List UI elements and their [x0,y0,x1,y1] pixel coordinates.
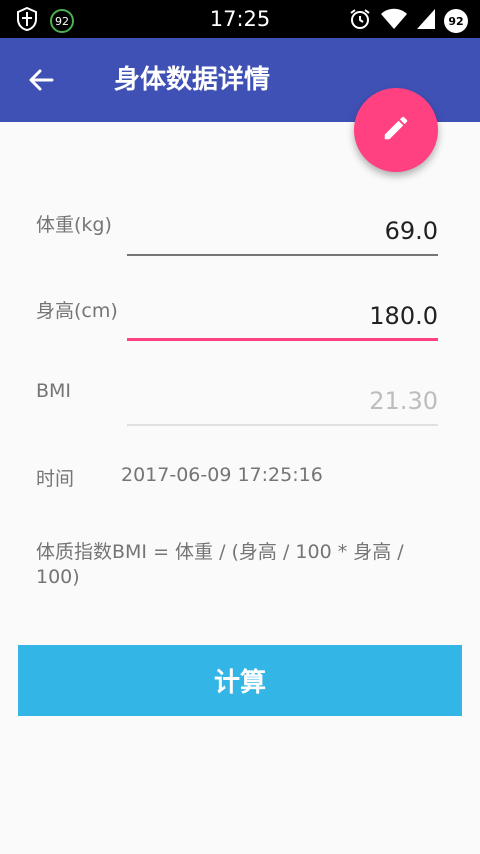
weight-label: 体重(kg) [36,214,112,236]
edit-pencil-icon [381,113,411,147]
bmi-label: BMI [36,380,72,402]
status-right: 92 [348,7,468,35]
time-value: 2017-06-09 17:25:16 [121,464,323,486]
bmi-formula: 体质指数BMI = 体重 / (身高 / 100 * 身高 / 100) [36,541,404,588]
back-button[interactable] [22,60,62,100]
signal-icon [416,8,436,34]
status-bar: 92 17:25 92 [0,0,480,38]
height-input[interactable]: 180.0 [127,293,438,341]
edit-button[interactable] [354,88,438,172]
battery-icon: 92 [444,9,468,33]
wifi-icon [380,8,408,34]
weight-input[interactable]: 69.0 [127,208,438,256]
alarm-icon [348,7,372,35]
height-label: 身高(cm) [36,300,118,322]
arrow-back-icon [22,69,62,104]
calculate-button[interactable]: 计算 [18,645,462,716]
page-title: 身体数据详情 [114,65,271,95]
time-label: 时间 [36,468,75,490]
bmi-field: 21.30 [127,378,438,426]
